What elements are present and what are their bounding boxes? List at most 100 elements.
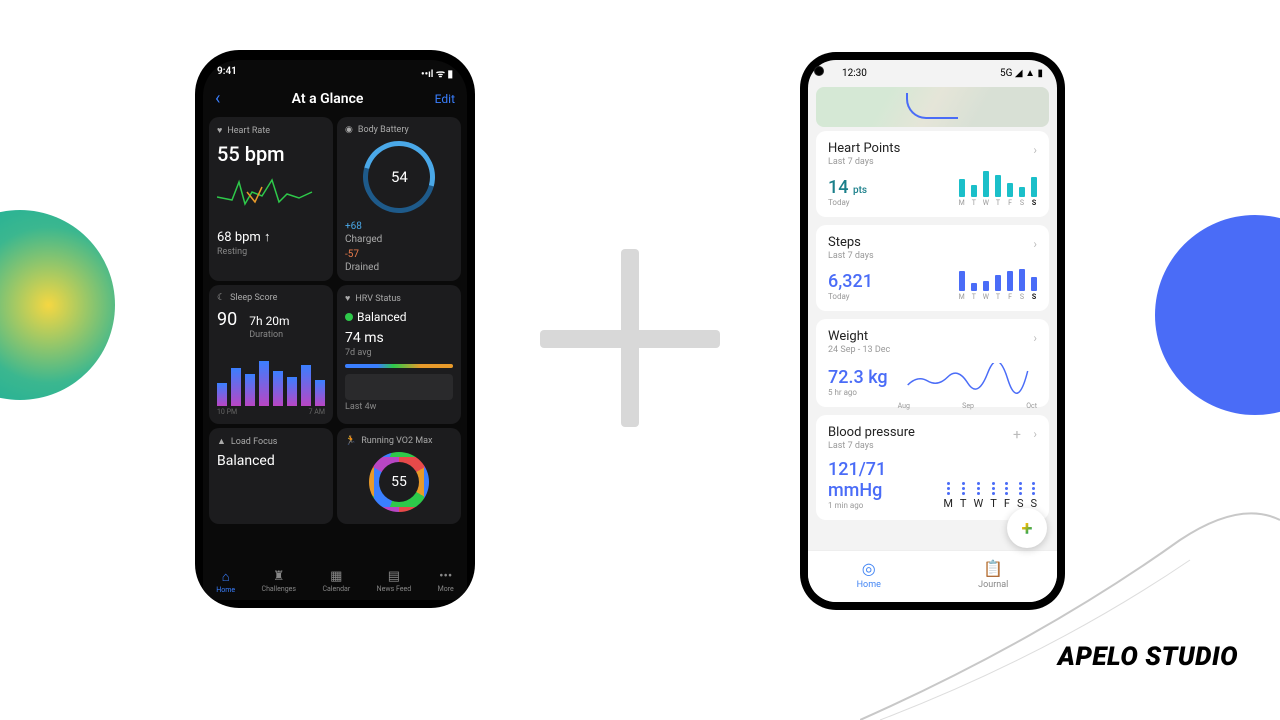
home-icon: ⌂: [216, 569, 235, 585]
target-icon: ◎: [857, 559, 881, 578]
drained-value: -57: [345, 249, 359, 260]
hrv-value: 74 ms: [345, 330, 453, 346]
trophy-icon: ♜: [262, 569, 296, 584]
vo2-card[interactable]: 🏃Running VO2 Max 55: [337, 428, 461, 524]
hrv-sub: 7d avg: [345, 348, 453, 358]
sleep-end: 7 AM: [309, 408, 325, 416]
hrv-period: Last 4w: [345, 402, 453, 412]
phone-google-fit: 12:30 5G ◢ ▲ ▮ Heart Points Last 7 days …: [800, 52, 1065, 610]
steps-value: 6,321: [828, 271, 873, 292]
chevron-right-icon: ›: [1033, 237, 1037, 251]
tab-challenges[interactable]: ♜Challenges: [262, 569, 296, 594]
heart-icon: ♥: [217, 125, 222, 136]
nav-journal[interactable]: 📋Journal: [978, 559, 1008, 590]
tab-newsfeed[interactable]: ▤News Feed: [377, 569, 411, 594]
heart-rate-value: 55 bpm: [217, 142, 325, 166]
drained-label: Drained: [345, 262, 453, 273]
tab-home[interactable]: ⌂Home: [216, 569, 235, 594]
status-time: 12:30: [842, 68, 867, 79]
bp-sub: Last 7 days: [828, 441, 1037, 451]
heart-points-sub: Last 7 days: [828, 157, 1037, 167]
heart-points-title: Heart Points: [828, 141, 1037, 156]
brand-watermark: APELO STUDIO: [1058, 642, 1238, 672]
weight-sub: 24 Sep - 13 Dec: [828, 345, 1037, 355]
body-battery-ring: 54: [350, 128, 448, 226]
vo2-label: Running VO2 Max: [361, 436, 432, 446]
tab-more[interactable]: •••More: [438, 569, 454, 594]
hrv-label: HRV Status: [355, 294, 401, 304]
news-icon: ▤: [377, 569, 411, 584]
charged-label: Charged: [345, 234, 453, 245]
status-time: 9:41: [217, 66, 237, 80]
body-battery-label: Body Battery: [358, 125, 409, 135]
tab-bar: ⌂Home ♜Challenges ▦Calendar ▤News Feed •…: [203, 563, 467, 600]
camera-cutout: [814, 66, 824, 76]
battery-icon: ◉: [345, 125, 353, 135]
tab-calendar[interactable]: ▦Calendar: [322, 569, 350, 594]
steps-sub: Last 7 days: [828, 251, 1037, 261]
chevron-right-icon: ›: [1033, 143, 1037, 157]
charged-value: +68: [345, 221, 362, 232]
more-icon: •••: [438, 569, 454, 584]
plus-multicolor-icon: +: [1022, 516, 1033, 540]
heart-rate-sparkline: [217, 172, 317, 212]
page-title: At a Glance: [292, 91, 364, 107]
body-battery-card[interactable]: ◉ Body Battery 54 +68 Charged -57 Drained: [337, 117, 461, 281]
hrv-status: Balanced: [357, 310, 407, 324]
weight-title: Weight: [828, 329, 1037, 344]
header: ‹ At a Glance Edit: [203, 86, 467, 117]
bp-dots: MTWTFSS: [943, 482, 1037, 510]
nav-home[interactable]: ◎Home: [857, 559, 881, 590]
status-bar: 9:41 ••ıl ᯤ ▮: [203, 60, 467, 86]
heart-points-value: 14 pts: [828, 177, 867, 198]
bp-when: 1 min ago: [828, 501, 943, 510]
sleep-bars: [217, 348, 325, 406]
map-preview[interactable]: [816, 87, 1049, 127]
status-icons: 5G ◢ ▲ ▮: [1000, 68, 1043, 79]
heart-points-bars: MTWTFSS: [959, 175, 1037, 207]
phone-garmin: 9:41 ••ıl ᯤ ▮ ‹ At a Glance Edit ♥Heart …: [195, 50, 475, 608]
steps-bars: MTWTFSS: [959, 269, 1037, 301]
running-icon: 🏃: [345, 436, 356, 446]
resting-value: 68 bpm ↑: [217, 229, 325, 245]
status-dot-icon: [345, 313, 353, 321]
sleep-duration: 7h 20m: [249, 314, 289, 328]
steps-when: Today: [828, 292, 873, 301]
add-fab[interactable]: +: [1007, 508, 1047, 548]
chevron-right-icon: ›: [1033, 427, 1037, 441]
steps-card[interactable]: Steps Last 7 days › 6,321 Today MTWTFSS: [816, 225, 1049, 311]
clipboard-icon: 📋: [978, 559, 1008, 578]
load-focus-label: Load Focus: [231, 437, 278, 447]
status-bar: 12:30 5G ◢ ▲ ▮: [808, 60, 1057, 83]
decorative-circle-right: [1155, 215, 1280, 415]
edit-button[interactable]: Edit: [435, 92, 455, 106]
resting-label: Resting: [217, 247, 325, 257]
back-button[interactable]: ‹: [215, 88, 220, 109]
add-icon[interactable]: +: [1013, 427, 1021, 443]
weight-value: 72.3 kg: [828, 367, 888, 388]
heart-points-when: Today: [828, 198, 867, 207]
hrv-range-strip: [345, 364, 453, 368]
heart-rate-card[interactable]: ♥Heart Rate 55 bpm 68 bpm ↑ Resting: [209, 117, 333, 281]
bottom-nav: ◎Home 📋Journal: [808, 550, 1057, 602]
sleep-label: Sleep Score: [230, 293, 277, 303]
weight-sparkline: AugSepOct: [898, 363, 1037, 397]
weight-card[interactable]: Weight 24 Sep - 13 Dec › 72.3 kg 5 hr ag…: [816, 319, 1049, 407]
calendar-icon: ▦: [322, 569, 350, 584]
hrv-card[interactable]: ♥ HRV Status Balanced 74 ms 7d avg Last 4…: [337, 285, 461, 424]
sleep-duration-label: Duration: [249, 330, 289, 340]
blood-pressure-card[interactable]: Blood pressure Last 7 days + › 121/71 mm…: [816, 415, 1049, 520]
sleep-start: 10 PM: [217, 408, 237, 416]
status-icons: ••ıl ᯤ ▮: [421, 66, 453, 80]
sleep-score: 90: [217, 309, 237, 330]
hrv-mini-chart: [345, 374, 453, 400]
heart-points-card[interactable]: Heart Points Last 7 days › 14 pts Today …: [816, 131, 1049, 217]
load-focus-value: Balanced: [217, 453, 325, 469]
bp-value: 121/71 mmHg: [828, 459, 943, 501]
load-icon: ▲: [217, 436, 226, 447]
bp-title: Blood pressure: [828, 425, 1037, 440]
sleep-card[interactable]: ☾Sleep Score 90 7h 20m Duration 10 PM7 A…: [209, 285, 333, 424]
heart-icon: ♥: [345, 293, 350, 304]
load-focus-card[interactable]: ▲ Load Focus Balanced: [209, 428, 333, 524]
steps-title: Steps: [828, 235, 1037, 250]
